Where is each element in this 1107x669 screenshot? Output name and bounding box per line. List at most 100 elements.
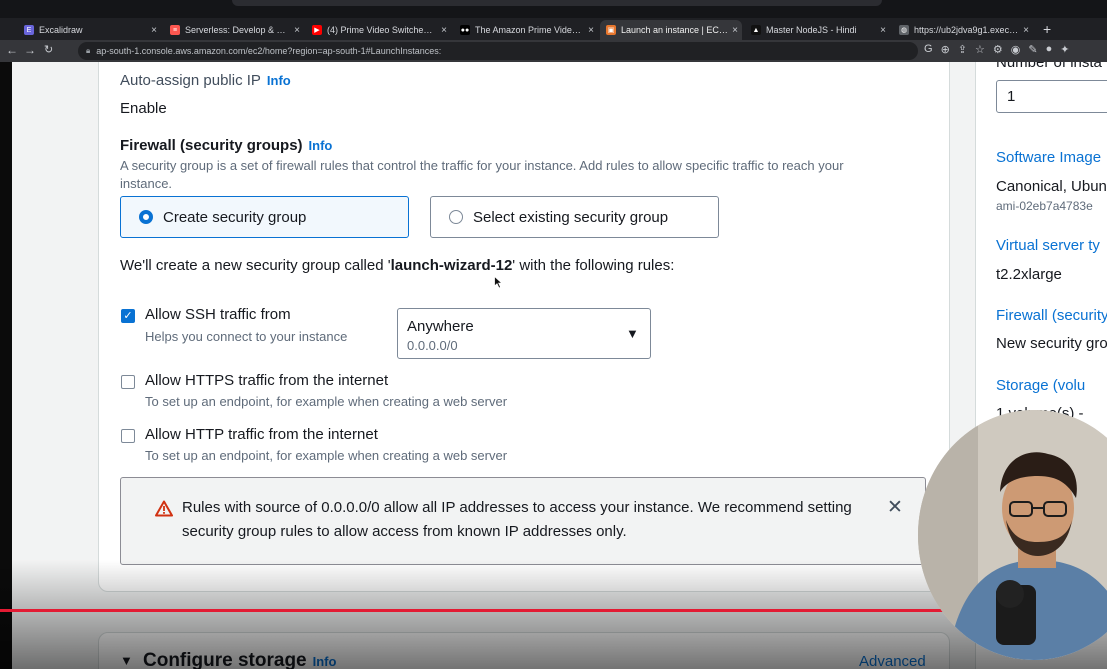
reload-icon[interactable]: ↻ — [44, 43, 53, 56]
note-prefix: We'll create a new security group called… — [120, 257, 391, 274]
software-image-link[interactable]: Software Image — [996, 149, 1101, 166]
https-rule-hint: To set up an endpoint, for example when … — [145, 394, 508, 409]
browser-tab[interactable]: ≡ Serverless: Develop & Monitor× — [164, 20, 304, 40]
auto-assign-ip-row: Auto-assign public IP Info — [120, 72, 291, 89]
virtual-server-type-value: t2.2xlarge — [996, 266, 1062, 283]
firewall-description-line-1: A security group is a set of firewall ru… — [120, 158, 844, 173]
http-rule-label: Allow HTTP traffic from the internet — [145, 426, 378, 443]
left-dark-edge — [0, 62, 12, 669]
number-of-instances-label: Number of insta — [996, 62, 1102, 71]
http-rule-hint: To set up an endpoint, for example when … — [145, 448, 508, 463]
zoom-icon[interactable]: ⊕ — [941, 43, 950, 56]
browser-tab-label: Launch an instance | EC2 Mana — [621, 25, 728, 35]
firewall-summary-link[interactable]: Firewall (security — [996, 307, 1107, 324]
close-tab-icon[interactable]: × — [876, 25, 890, 36]
browser-tab[interactable]: ▣ Launch an instance | EC2 Mana× — [600, 20, 742, 40]
firewall-info-link[interactable]: Info — [309, 138, 333, 153]
record-icon[interactable]: ◉ — [1011, 43, 1021, 56]
security-group-name: launch-wizard-12 — [390, 257, 513, 274]
new-security-group-note: We'll create a new security group called… — [120, 257, 674, 274]
top-strip — [0, 0, 1107, 18]
browser-tab[interactable]: E Excalidraw × — [18, 20, 161, 40]
collapse-caret-icon[interactable]: ▼ — [120, 653, 133, 668]
https-rule-label: Allow HTTPS traffic from the internet — [145, 372, 389, 389]
dismiss-warning-icon[interactable]: ✕ — [887, 496, 903, 519]
search-pill — [232, 0, 882, 6]
browser-tab[interactable]: ●● The Amazon Prime Video Monc× — [454, 20, 598, 40]
ssh-rule-hint: Helps you connect to your instance — [145, 329, 348, 344]
browser-tab[interactable]: ◍ https://ub2jdva9g1.execute-ap× — [893, 20, 1033, 40]
radio-selected-icon — [139, 210, 153, 224]
browser-tab-label: https://ub2jdva9g1.execute-ap — [914, 25, 1019, 35]
close-tab-icon[interactable]: × — [728, 25, 742, 36]
close-tab-icon[interactable]: × — [584, 25, 598, 36]
storage-summary-link[interactable]: Storage (volu — [996, 377, 1085, 394]
firewall-heading-row: Firewall (security groups) Info — [120, 137, 332, 154]
app-icon: ▲ — [751, 25, 761, 35]
close-tab-icon[interactable]: × — [437, 25, 451, 36]
storage-title: Configure storage — [143, 650, 307, 669]
profile-icon[interactable]: ● — [1046, 43, 1053, 56]
address-bar[interactable]: 🔒︎ ap-south-1.console.aws.amazon.com/ec2… — [78, 42, 918, 60]
mouse-cursor-icon — [494, 276, 503, 289]
browser-tab-label: Serverless: Develop & Monitor — [185, 25, 290, 35]
auto-assign-ip-value: Enable — [120, 100, 167, 117]
youtube-icon: ▶ — [312, 25, 322, 35]
create-security-group-option[interactable]: Create security group — [120, 196, 409, 238]
http-checkbox[interactable] — [121, 429, 135, 443]
open-access-warning: Rules with source of 0.0.0.0/0 allow all… — [120, 477, 926, 565]
warning-icon — [155, 500, 173, 517]
back-icon[interactable]: ← — [6, 43, 18, 57]
ssh-checkbox[interactable]: ✓ — [121, 309, 135, 323]
url-text: ap-south-1.console.aws.amazon.com/ec2/ho… — [96, 46, 442, 56]
browser-tab[interactable]: ▶ (4) Prime Video Switched from × — [306, 20, 451, 40]
browser-tab-label: The Amazon Prime Video Monc — [475, 25, 584, 35]
configure-storage-panel: ▼ Configure storage Info Advanced — [98, 632, 950, 669]
radio-unselected-icon — [449, 210, 463, 224]
browser-tab-label: Excalidraw — [39, 25, 83, 35]
warning-line-2: security group rules to allow access fro… — [182, 523, 627, 540]
number-of-instances-value: 1 — [1007, 88, 1016, 105]
puzzle-icon[interactable]: ✦ — [1060, 43, 1069, 56]
caret-down-icon: ▼ — [626, 326, 639, 341]
medium-icon: ●● — [460, 25, 470, 35]
bookmark-star-icon[interactable]: ☆ — [975, 43, 985, 56]
ssh-source-select[interactable]: Anywhere 0.0.0.0/0 ▼ — [397, 308, 651, 359]
close-tab-icon[interactable]: × — [147, 25, 161, 36]
firewall-description-line-2: instance. — [120, 176, 173, 191]
ssh-source-value: Anywhere — [407, 318, 474, 335]
auto-assign-ip-label: Auto-assign public IP — [120, 72, 261, 89]
new-tab-button[interactable]: + — [1043, 21, 1051, 37]
aws-ec2-icon: ▣ — [606, 25, 616, 35]
software-image-ami: ami-02eb7a4783e — [996, 199, 1093, 213]
browser-tab[interactable]: ▲ Master NodeJS - Hindi × — [745, 20, 890, 40]
software-image-value: Canonical, Ubun — [996, 178, 1107, 195]
advanced-link[interactable]: Advanced — [859, 653, 926, 669]
ssh-rule-label: Allow SSH traffic from — [145, 306, 291, 323]
extension-icon[interactable]: ⚙ — [993, 43, 1003, 56]
virtual-server-type-link[interactable]: Virtual server ty — [996, 237, 1100, 254]
close-tab-icon[interactable]: × — [1019, 25, 1033, 36]
close-tab-icon[interactable]: × — [290, 25, 304, 36]
auto-assign-info-link[interactable]: Info — [267, 73, 291, 88]
pen-icon[interactable]: ✎ — [1028, 43, 1037, 56]
serverless-icon: ≡ — [170, 25, 180, 35]
browser-nav-bar: ← → ↻ 🔒︎ ap-south-1.console.aws.amazon.c… — [0, 40, 1107, 62]
share-icon[interactable]: ⇪ — [958, 43, 967, 56]
select-existing-security-group-label: Select existing security group — [473, 208, 669, 226]
note-suffix: ' with the following rules: — [512, 257, 675, 274]
browser-tab-label: (4) Prime Video Switched from — [327, 25, 437, 35]
https-checkbox[interactable] — [121, 375, 135, 389]
storage-heading-row: Configure storage Info — [143, 650, 336, 669]
create-security-group-label: Create security group — [163, 208, 307, 226]
browser-tab-label: Master NodeJS - Hindi — [766, 25, 857, 35]
warning-line-1: Rules with source of 0.0.0.0/0 allow all… — [182, 499, 852, 516]
number-of-instances-input[interactable]: 1 — [996, 80, 1107, 113]
google-icon[interactable]: G — [924, 43, 933, 56]
select-existing-security-group-option[interactable]: Select existing security group — [430, 196, 719, 238]
lock-icon: 🔒︎ — [86, 46, 91, 55]
forward-icon[interactable]: → — [24, 43, 36, 57]
storage-info-link[interactable]: Info — [313, 654, 337, 669]
firewall-summary-value: New security gro — [996, 335, 1107, 352]
browser-tab-bar: E Excalidraw × ≡ Serverless: Develop & Monit… — [0, 0, 1107, 40]
